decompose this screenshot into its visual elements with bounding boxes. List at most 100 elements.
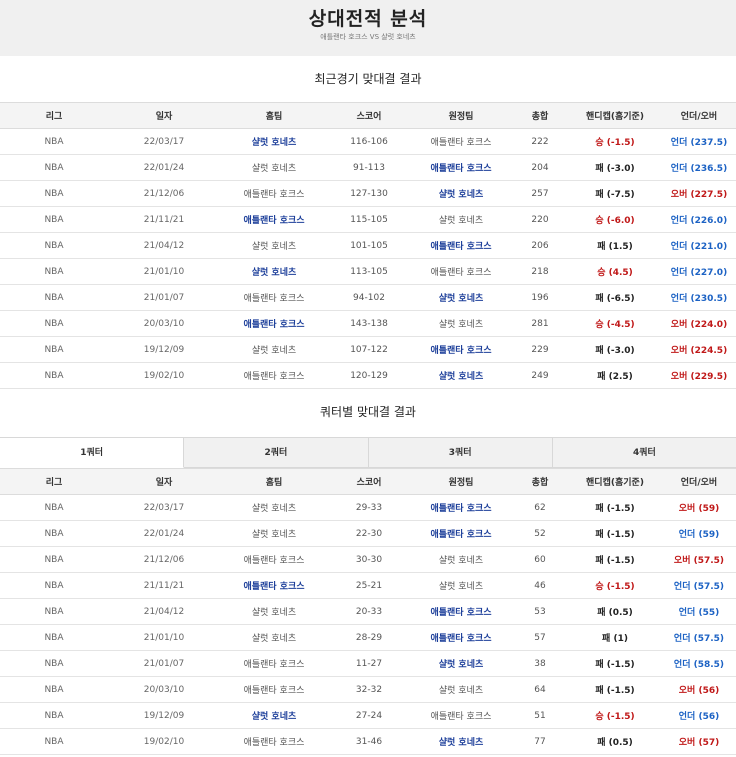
league-cell-text: NBA	[44, 214, 64, 225]
total-cell: 218	[512, 258, 568, 285]
league-cell: NBA	[0, 258, 108, 285]
total-cell: 62	[512, 494, 568, 521]
league-cell-text: NBA	[44, 136, 64, 147]
away-team-cell: 애틀랜타 호크스	[410, 702, 512, 729]
league-cell-text: NBA	[44, 736, 64, 747]
col-away: 원정팀	[410, 102, 512, 129]
handicap-cell: 패 (-1.5)	[568, 520, 662, 547]
table-row: NBA 21/11/21 애틀랜타 호크스 115-105 샬럿 호네츠 220 승 (-6…	[0, 206, 736, 233]
score-cell-text: 120-129	[350, 370, 388, 381]
col-total: 총합	[512, 468, 568, 495]
recent-table-body: NBA 22/03/17 샬럿 호네츠 116-106 애틀랜타 호크스 222 승 (-1…	[0, 128, 736, 389]
total-cell-text: 46	[534, 580, 546, 591]
score-cell: 29-33	[328, 494, 410, 521]
over-under-cell-text: 언더 (59)	[678, 530, 720, 540]
date-cell: 21/01/07	[108, 284, 220, 311]
league-cell-text: NBA	[44, 502, 64, 513]
score-cell: 127-130	[328, 180, 410, 207]
total-cell: 77	[512, 728, 568, 755]
score-cell: 101-105	[328, 232, 410, 259]
handicap-cell-text: 패 (-6.5)	[595, 294, 635, 304]
over-under-cell-text: 언더 (56)	[678, 712, 720, 722]
date-cell: 19/12/09	[108, 336, 220, 363]
score-cell-text: 115-105	[350, 214, 388, 225]
handicap-cell: 패 (0.5)	[568, 728, 662, 755]
total-cell: 52	[512, 520, 568, 547]
quarter-table-body: NBA 22/03/17 샬럿 호네츠 29-33 애틀랜타 호크스 62 패 (-1.5)…	[0, 494, 736, 755]
league-cell: NBA	[0, 494, 108, 521]
date-cell-text: 19/12/09	[143, 710, 185, 721]
over-under-cell: 오버 (57.5)	[662, 546, 736, 573]
table-row: NBA 21/12/06 애틀랜타 호크스 127-130 샬럿 호네츠 257 패 (-7…	[0, 180, 736, 207]
score-cell-text: 27-24	[355, 710, 383, 721]
league-cell: NBA	[0, 624, 108, 651]
over-under-cell: 오버 (224.5)	[662, 336, 736, 363]
date-cell-text: 20/03/10	[143, 318, 185, 329]
col-total: 총합	[512, 102, 568, 129]
total-cell: 249	[512, 362, 568, 389]
league-cell: NBA	[0, 310, 108, 337]
date-cell: 20/03/10	[108, 310, 220, 337]
handicap-cell-text: 승 (-6.0)	[595, 216, 635, 226]
col-league: 리그	[0, 468, 108, 495]
home-team-cell-text: 애틀랜타 호크스	[243, 320, 305, 330]
total-cell-text: 257	[531, 188, 549, 199]
away-team-cell-text: 애틀랜타 호크스	[430, 138, 492, 148]
handicap-cell-text: 패 (1.5)	[597, 242, 633, 252]
home-team-cell-text: 애틀랜타 호크스	[243, 660, 305, 670]
total-cell: 229	[512, 336, 568, 363]
score-cell-text: 127-130	[350, 188, 388, 199]
date-cell-text: 22/03/17	[143, 502, 185, 513]
tab-quarter-1[interactable]: 1쿼터	[0, 438, 185, 468]
date-cell: 20/03/10	[108, 676, 220, 703]
league-cell: NBA	[0, 520, 108, 547]
tab-quarter-4[interactable]: 4쿼터	[552, 438, 736, 468]
date-cell: 21/12/06	[108, 546, 220, 573]
table-row: NBA 19/12/09 샬럿 호네츠 107-122 애틀랜타 호크스 229 패 (-3…	[0, 336, 736, 363]
col-handicap: 핸디캡(홈기준)	[568, 102, 662, 129]
league-cell: NBA	[0, 702, 108, 729]
league-cell: NBA	[0, 154, 108, 181]
handicap-cell: 패 (0.5)	[568, 598, 662, 625]
score-cell: 120-129	[328, 362, 410, 389]
date-cell: 22/03/17	[108, 494, 220, 521]
score-cell: 91-113	[328, 154, 410, 181]
home-team-cell: 샬럿 호네츠	[220, 232, 328, 259]
date-cell: 21/11/21	[108, 572, 220, 599]
table-row: NBA 22/03/17 샬럿 호네츠 29-33 애틀랜타 호크스 62 패 (-1.5)…	[0, 494, 736, 521]
league-cell: NBA	[0, 232, 108, 259]
score-cell: 28-29	[328, 624, 410, 651]
away-team-cell-text: 애틀랜타 호크스	[430, 504, 492, 514]
handicap-cell-text: 패 (1)	[602, 634, 628, 644]
date-cell: 21/01/10	[108, 258, 220, 285]
date-cell-text: 21/11/21	[143, 580, 185, 591]
date-cell-text: 19/02/10	[143, 370, 185, 381]
handicap-cell: 패 (-3.0)	[568, 154, 662, 181]
over-under-cell: 오버 (224.0)	[662, 310, 736, 337]
score-cell-text: 32-32	[355, 684, 383, 695]
date-cell-text: 21/01/07	[143, 292, 185, 303]
total-cell: 60	[512, 546, 568, 573]
total-cell-text: 220	[531, 214, 549, 225]
home-team-cell-text: 샬럿 호네츠	[251, 608, 297, 618]
away-team-cell: 애틀랜타 호크스	[410, 258, 512, 285]
tab-quarter-3[interactable]: 3쿼터	[368, 438, 553, 468]
score-cell: 116-106	[328, 128, 410, 155]
home-team-cell-text: 샬럿 호네츠	[251, 504, 297, 514]
home-team-cell: 애틀랜타 호크스	[220, 362, 328, 389]
total-cell-text: 204	[531, 162, 549, 173]
handicap-cell: 승 (-4.5)	[568, 310, 662, 337]
col-date: 일자	[108, 468, 220, 495]
away-team-cell-text: 샬럿 호네츠	[438, 372, 484, 382]
handicap-cell-text: 패 (-1.5)	[595, 660, 635, 670]
home-team-cell: 샬럿 호네츠	[220, 702, 328, 729]
table-row: NBA 21/01/07 애틀랜타 호크스 94-102 샬럿 호네츠 196 패 (-6.…	[0, 284, 736, 311]
handicap-cell-text: 승 (-1.5)	[595, 582, 635, 592]
over-under-cell-text: 언더 (230.5)	[670, 294, 728, 304]
tab-quarter-2[interactable]: 2쿼터	[184, 438, 369, 468]
handicap-cell: 패 (-6.5)	[568, 284, 662, 311]
home-team-cell: 샬럿 호네츠	[220, 128, 328, 155]
over-under-cell: 오버 (56)	[662, 676, 736, 703]
total-cell: 53	[512, 598, 568, 625]
date-cell-text: 21/12/06	[143, 188, 185, 199]
